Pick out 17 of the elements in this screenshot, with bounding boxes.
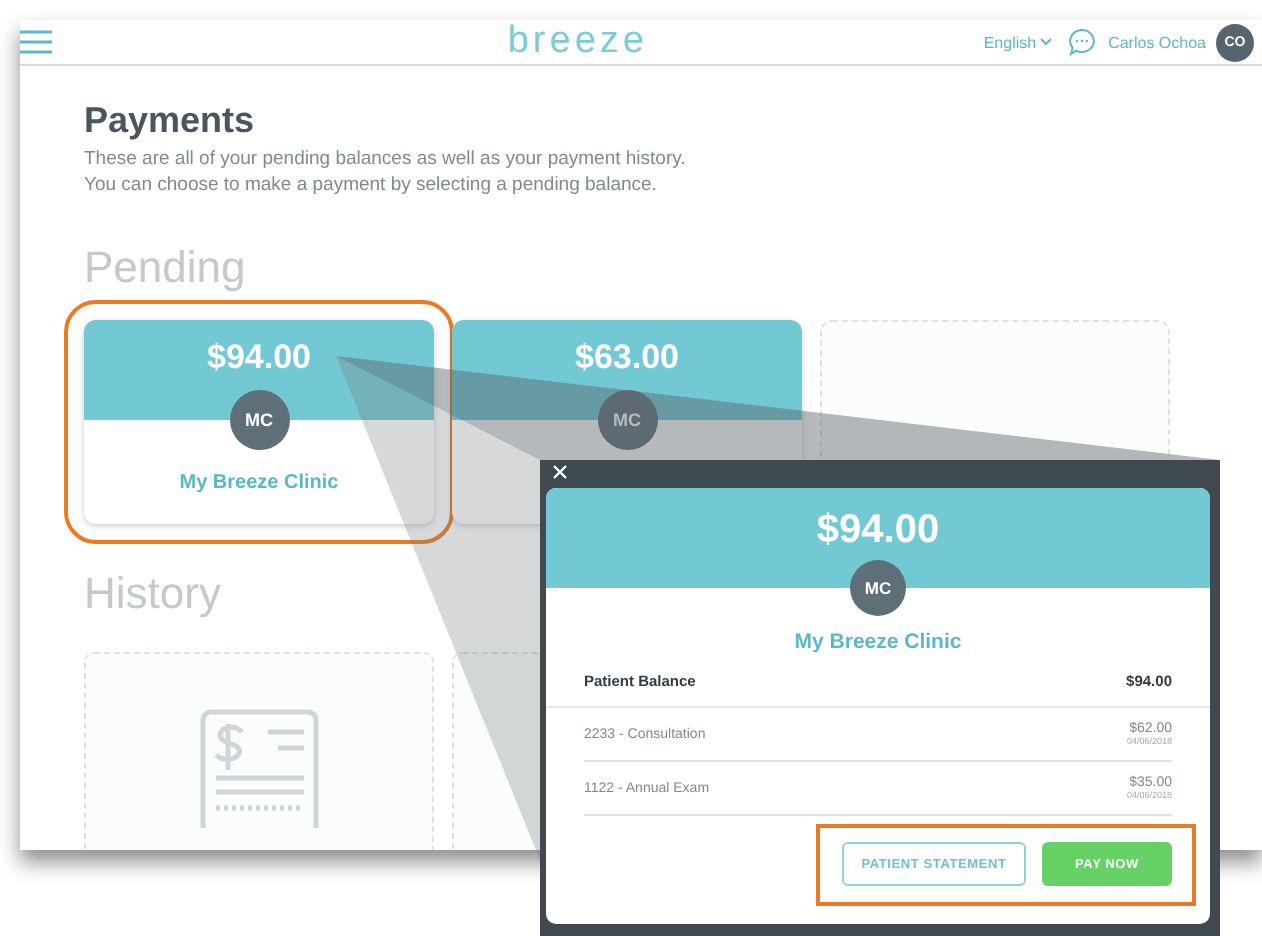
balance-amount: $94.00 [816,508,940,556]
logo: breeze [505,20,650,64]
section-heading: History [84,568,221,622]
balance-card[interactable]: $94.00 MC My Breeze Clinic [84,320,434,524]
page-description: These are all of your pending balances as well as your payment history. You can choose to make a payment by selecting a pending balance. [84,146,688,198]
language-dropdown[interactable]: English [983,33,1053,51]
chat-icon[interactable] [1068,28,1097,56]
caret-icon [1040,38,1053,46]
clinic-name: My Breeze Clinic [794,630,962,654]
section-heading: Pending [84,242,246,296]
user-name[interactable]: Carlos Ochoa [1108,33,1206,51]
menu-icon[interactable] [20,30,52,54]
page-title: Payments [84,100,257,142]
close-icon[interactable] [550,462,570,482]
clinic-avatar: MC [850,560,906,616]
clinic-name: My Breeze Clinic [179,472,339,494]
receipt-icon [199,708,319,828]
